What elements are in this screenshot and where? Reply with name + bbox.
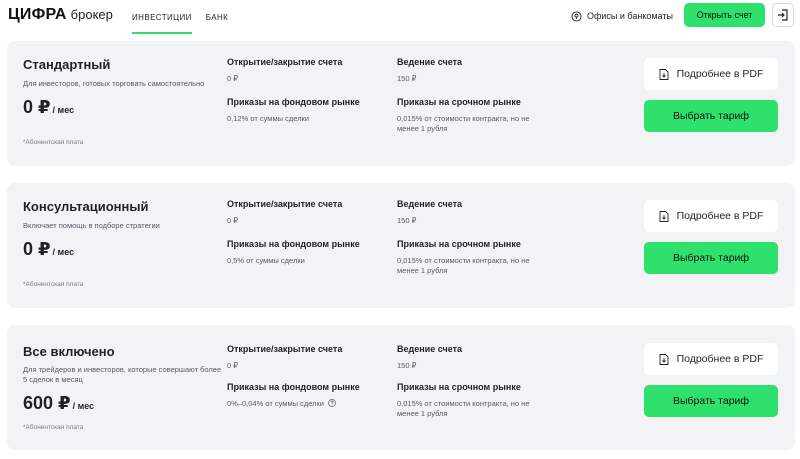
fee-note: *Абонентская плата bbox=[23, 139, 84, 146]
fee-note: *Абонентская плата bbox=[23, 281, 84, 288]
offices-label: Офисы и банкоматы bbox=[587, 11, 673, 21]
map-pin-icon bbox=[571, 10, 582, 22]
maintenance-label: Ведение счета bbox=[397, 57, 462, 67]
tariff-description: Для трейдеров и инвесторов, которые сове… bbox=[23, 365, 222, 384]
tariff-title: Все включено bbox=[23, 344, 115, 359]
choose-tariff-button[interactable]: Выбрать тариф bbox=[644, 385, 778, 417]
maintenance-block: Ведение счета 150 ₽ bbox=[397, 57, 557, 84]
maintenance-value: 150 ₽ bbox=[397, 74, 417, 83]
stock-value: 0,5% от суммы сделки bbox=[227, 256, 305, 265]
stock-block: Приказы на фондовом рынке 0,12% от суммы… bbox=[227, 97, 387, 124]
logo-subtitle: брокер bbox=[70, 7, 113, 22]
pdf-label: Подробнее в PDF bbox=[676, 353, 764, 365]
price-unit: / мес bbox=[72, 401, 95, 411]
open-close-label: Открытие/закрытие счета bbox=[227, 57, 343, 67]
main-nav: ИНВЕСТИЦИИ БАНК bbox=[132, 0, 242, 34]
open-close-label: Открытие/закрытие счета bbox=[227, 344, 343, 354]
open-account-button[interactable]: Открыть счет bbox=[684, 3, 765, 27]
tariff-price: 600 ₽ / мес bbox=[23, 393, 94, 414]
login-icon bbox=[778, 9, 788, 21]
open-close-block: Открытие/закрытие счета 0 ₽ bbox=[227, 344, 387, 371]
login-button[interactable] bbox=[772, 3, 794, 27]
tariff-card-consulting: Консультационный Включает помощь в подбо… bbox=[7, 183, 795, 308]
document-icon bbox=[659, 353, 669, 365]
open-close-block: Открытие/закрытие счета 0 ₽ bbox=[227, 199, 387, 226]
futures-block: Приказы на срочном рынке 0,015% от стоим… bbox=[397, 239, 537, 276]
tariff-description: Включает помощь в подборе стратегии bbox=[23, 221, 160, 230]
document-icon bbox=[659, 68, 669, 80]
price-unit: / мес bbox=[52, 247, 75, 257]
maintenance-value: 150 ₽ bbox=[397, 216, 417, 225]
tariff-title: Стандартный bbox=[23, 57, 111, 72]
open-close-label: Открытие/закрытие счета bbox=[227, 199, 343, 209]
open-close-value: 0 ₽ bbox=[227, 361, 239, 370]
price-unit: / мес bbox=[52, 105, 75, 115]
pdf-details-button[interactable]: Подробнее в PDF bbox=[644, 58, 778, 90]
pdf-label: Подробнее в PDF bbox=[676, 210, 764, 222]
logo[interactable]: ЦИФРА брокер bbox=[8, 5, 113, 29]
price-value: 600 ₽ bbox=[23, 393, 71, 413]
pdf-details-button[interactable]: Подробнее в PDF bbox=[644, 343, 778, 375]
tariff-card-standard: Стандартный Для инвесторов, готовых торг… bbox=[7, 41, 795, 166]
tariff-card-all-inclusive: Все включено Для трейдеров и инвесторов,… bbox=[7, 325, 795, 450]
tariff-description: Для инвесторов, готовых торговать самост… bbox=[23, 79, 205, 88]
futures-label: Приказы на срочном рынке bbox=[397, 382, 521, 392]
stock-block: Приказы на фондовом рынке 0%–0,04% от су… bbox=[227, 382, 387, 409]
tariff-price: 0 ₽ / мес bbox=[23, 97, 74, 118]
info-icon[interactable] bbox=[328, 399, 336, 407]
maintenance-value: 150 ₽ bbox=[397, 361, 417, 370]
pdf-label: Подробнее в PDF bbox=[676, 68, 764, 80]
fee-note: *Абонентская плата bbox=[23, 424, 84, 431]
document-icon bbox=[659, 210, 669, 222]
stock-label: Приказы на фондовом рынке bbox=[227, 239, 360, 249]
stock-block: Приказы на фондовом рынке 0,5% от суммы … bbox=[227, 239, 387, 266]
offices-link[interactable]: Офисы и банкоматы bbox=[571, 8, 673, 24]
price-value: 0 ₽ bbox=[23, 97, 51, 117]
open-close-value: 0 ₽ bbox=[227, 74, 239, 83]
maintenance-block: Ведение счета 150 ₽ bbox=[397, 344, 557, 371]
futures-block: Приказы на срочном рынке 0,015% от стоим… bbox=[397, 382, 537, 419]
maintenance-label: Ведение счета bbox=[397, 344, 462, 354]
tariff-price: 0 ₽ / мес bbox=[23, 239, 74, 260]
stock-label: Приказы на фондовом рынке bbox=[227, 382, 360, 392]
maintenance-block: Ведение счета 150 ₽ bbox=[397, 199, 557, 226]
price-value: 0 ₽ bbox=[23, 239, 51, 259]
futures-label: Приказы на срочном рынке bbox=[397, 97, 521, 107]
top-header: ЦИФРА брокер ИНВЕСТИЦИИ БАНК Офисы и бан… bbox=[0, 0, 800, 34]
maintenance-label: Ведение счета bbox=[397, 199, 462, 209]
futures-value: 0,015% от стоимости контракта, но не мен… bbox=[397, 114, 530, 133]
futures-value: 0,015% от стоимости контракта, но не мен… bbox=[397, 399, 530, 418]
futures-block: Приказы на срочном рынке 0,015% от стоим… bbox=[397, 97, 537, 134]
stock-value: 0,12% от суммы сделки bbox=[227, 114, 309, 123]
nav-item-investments[interactable]: ИНВЕСТИЦИИ bbox=[132, 0, 192, 34]
open-close-value: 0 ₽ bbox=[227, 216, 239, 225]
futures-value: 0,015% от стоимости контракта, но не мен… bbox=[397, 256, 530, 275]
nav-item-bank[interactable]: БАНК bbox=[206, 0, 228, 34]
futures-label: Приказы на срочном рынке bbox=[397, 239, 521, 249]
choose-tariff-button[interactable]: Выбрать тариф bbox=[644, 242, 778, 274]
open-close-block: Открытие/закрытие счета 0 ₽ bbox=[227, 57, 387, 84]
choose-tariff-button[interactable]: Выбрать тариф bbox=[644, 100, 778, 132]
pdf-details-button[interactable]: Подробнее в PDF bbox=[644, 200, 778, 232]
stock-label: Приказы на фондовом рынке bbox=[227, 97, 360, 107]
stock-value-row: 0%–0,04% от суммы сделки bbox=[227, 399, 387, 409]
stock-value: 0%–0,04% от суммы сделки bbox=[227, 399, 324, 408]
tariff-title: Консультационный bbox=[23, 199, 149, 214]
logo-wordmark: ЦИФРА bbox=[8, 6, 67, 23]
